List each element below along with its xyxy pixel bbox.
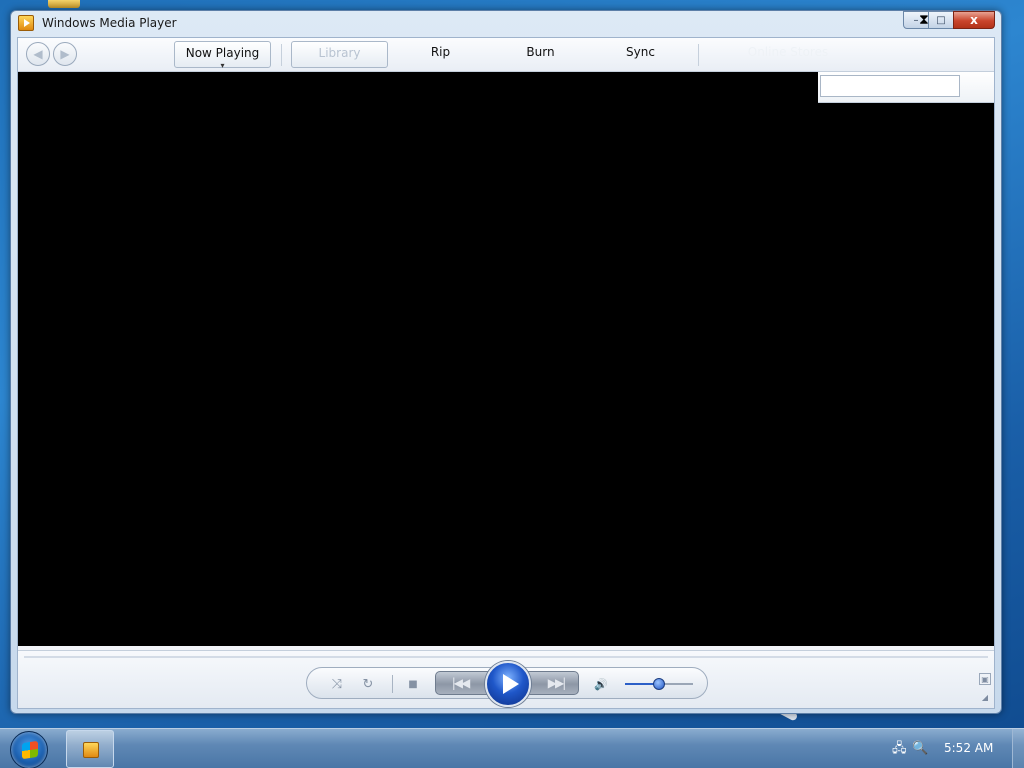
next-icon: ▶▶| [547,676,566,690]
taskbar: 🖧 🔍 5:52 AM [0,728,1024,768]
window-title: Windows Media Player [42,16,177,30]
maximize-button[interactable]: □ [928,11,954,29]
playback-controls-area: ⤨ ↻ ■ |◀◀ ▶▶| 🔊 ▣ ◢ [18,650,994,708]
system-clock[interactable]: 5:52 AM [944,741,993,755]
compact-mode-icon: ▣ [981,674,989,684]
windows-logo-icon [22,740,38,760]
media-player-icon [18,15,34,31]
network-icon[interactable]: 🖧 [892,741,908,757]
nav-separator [281,44,282,66]
previous-button[interactable]: |◀◀ [440,672,480,694]
chevron-down-icon: ▾ [220,61,225,70]
stop-icon: ■ [408,678,418,690]
shuffle-icon: ⤨ [331,676,343,692]
search-icon[interactable]: 🔍 [912,741,928,757]
media-player-icon [83,742,99,758]
next-button[interactable]: ▶▶| [536,672,576,694]
playback-control-bar: ⤨ ↻ ■ |◀◀ ▶▶| 🔊 [306,661,708,707]
previous-icon: |◀◀ [451,676,470,690]
close-button[interactable]: x [953,11,995,29]
desktop-icon-folder[interactable] [48,0,80,8]
resize-grip-icon: ◢ [981,692,989,702]
caption-buttons: – □ x [903,11,995,29]
switch-to-compact-mode-button[interactable]: ▣ [979,673,991,685]
start-button[interactable] [10,731,48,768]
tab-online-stores[interactable]: Online Stores [718,41,858,68]
mute-button[interactable]: 🔊 [591,674,611,694]
media-player-window: Windows Media Player – □ x ⧗ ◀ ▶ Now Pla… [10,10,1002,714]
tab-library[interactable]: Library [291,41,388,68]
now-playing-video-area[interactable] [18,72,994,646]
resize-grip[interactable]: ◢ [979,691,991,703]
play-button[interactable] [485,661,531,707]
forward-button[interactable]: ▶ [53,42,77,66]
nav-separator [698,44,699,66]
tab-now-playing[interactable]: Now Playing ▾ [174,41,271,70]
tab-now-playing-label: Now Playing [185,46,260,60]
stop-button[interactable]: ■ [403,674,423,694]
speaker-icon: 🔊 [594,677,608,691]
tab-burn[interactable]: Burn [493,41,588,68]
show-desktop-button[interactable] [1012,729,1024,768]
volume-slider-thumb[interactable] [653,678,665,690]
tab-rip[interactable]: Rip [393,41,488,68]
taskbar-item-media-player[interactable] [66,730,114,768]
shuffle-button[interactable]: ⤨ [327,674,347,694]
seek-bar[interactable] [24,656,988,658]
back-button[interactable]: ◀ [26,42,50,66]
repeat-icon: ↻ [362,676,374,692]
tab-sync[interactable]: Sync [593,41,688,68]
search-bar [818,72,994,103]
title-bar[interactable]: Windows Media Player – □ x ⧗ [11,11,1001,37]
search-input[interactable] [820,75,960,97]
player-client-area: ◀ ▶ Now Playing ▾ Library Rip Burn Sync … [17,37,995,709]
navigation-bar: ◀ ▶ Now Playing ▾ Library Rip Burn Sync … [18,38,994,72]
busy-cursor-icon: ⧗ [919,12,929,28]
repeat-button[interactable]: ↻ [358,674,378,694]
volume-slider[interactable] [625,678,693,690]
control-separator [392,675,393,693]
